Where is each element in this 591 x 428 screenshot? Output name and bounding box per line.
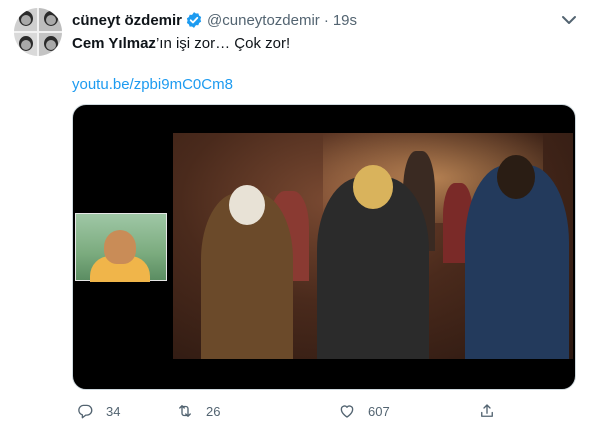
heart-icon bbox=[340, 405, 354, 418]
like-count: 607 bbox=[368, 403, 390, 419]
avatar[interactable] bbox=[14, 8, 62, 56]
avatar-portrait bbox=[14, 33, 37, 56]
retweet-button[interactable]: 26 bbox=[176, 400, 220, 422]
video-frame bbox=[173, 133, 573, 359]
mention-bold: Cem Yılmaz bbox=[72, 35, 156, 52]
video-media[interactable] bbox=[72, 104, 576, 390]
avatar-portrait bbox=[14, 8, 37, 31]
tweet-text-rest: ’ın işi zor… Çok zor! bbox=[155, 35, 291, 52]
tweet-link[interactable]: youtu.be/zpbi9mC0Cm8 bbox=[72, 76, 233, 93]
share-button[interactable] bbox=[478, 400, 496, 422]
tweet-text: Cem Yılmaz’ın işi zor… Çok zor! bbox=[72, 34, 290, 54]
reply-icon bbox=[78, 404, 93, 419]
video-inset-thumbnail bbox=[75, 213, 167, 282]
retweet-icon bbox=[179, 405, 191, 417]
figure-center bbox=[317, 165, 429, 359]
retweet-count: 26 bbox=[206, 403, 221, 419]
like-button[interactable]: 607 bbox=[338, 400, 390, 422]
verified-badge-icon bbox=[186, 12, 202, 28]
reply-button[interactable]: 34 bbox=[76, 400, 120, 422]
tweet-header: cüneyt özdemir @cuneytozdemir · 19s bbox=[72, 10, 357, 30]
figure-left bbox=[201, 185, 293, 359]
reply-count: 34 bbox=[106, 403, 121, 419]
figure-right bbox=[465, 155, 569, 359]
tweet-timestamp[interactable]: 19s bbox=[333, 12, 357, 29]
avatar-portrait bbox=[39, 33, 62, 56]
author-name[interactable]: cüneyt özdemir bbox=[72, 12, 182, 29]
avatar-portrait bbox=[39, 8, 62, 31]
author-handle[interactable]: @cuneytozdemir bbox=[207, 12, 320, 29]
separator-dot: · bbox=[323, 11, 329, 29]
tweet-card[interactable]: cüneyt özdemir @cuneytozdemir · 19s Cem … bbox=[0, 0, 591, 428]
more-chevron-icon[interactable] bbox=[558, 10, 580, 30]
share-icon bbox=[481, 404, 493, 417]
tweet-actions: 34 26 607 bbox=[72, 400, 502, 422]
